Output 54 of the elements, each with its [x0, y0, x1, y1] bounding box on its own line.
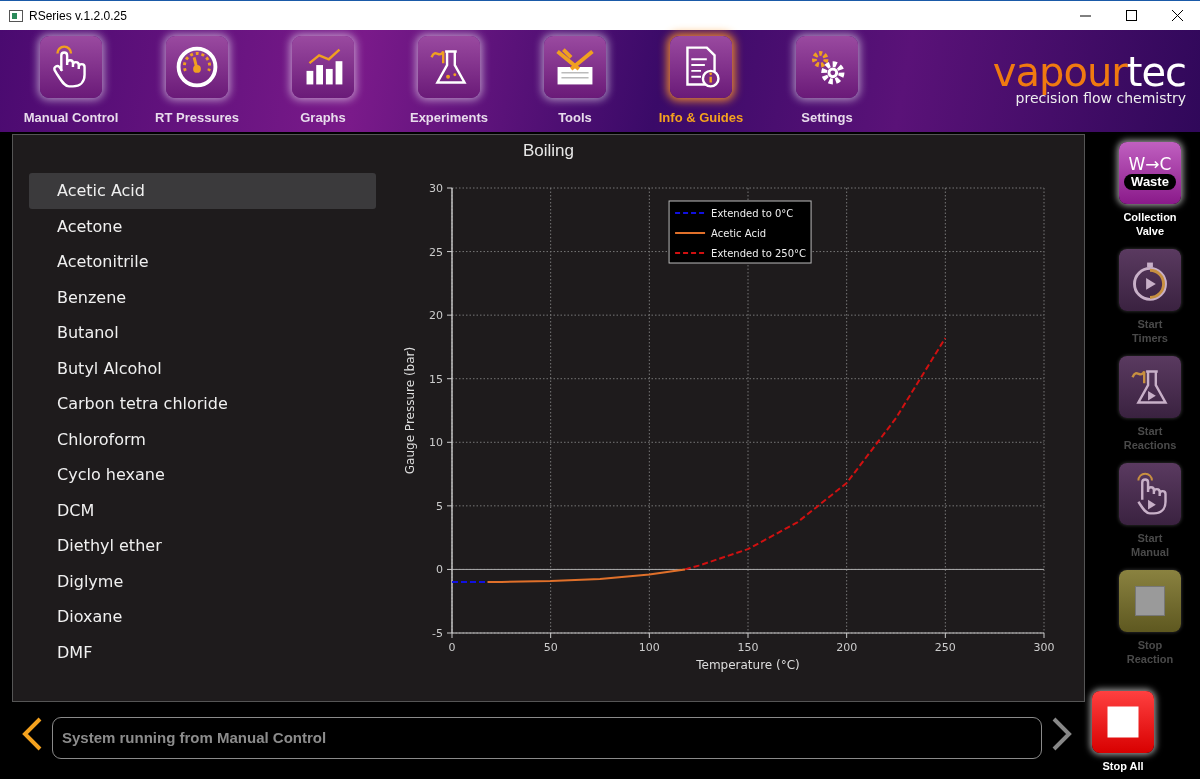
close-icon[interactable] — [1171, 10, 1183, 21]
nav-tab[interactable]: Experiments — [386, 30, 512, 125]
solvent-list-item[interactable]: DMF — [29, 634, 376, 670]
x-tick-label: 150 — [737, 641, 759, 654]
status-message: System running from Manual Control — [52, 716, 1042, 759]
y-tick-label: 30 — [429, 182, 443, 195]
solvent-list-item[interactable]: Carbon tetra chloride — [29, 386, 376, 422]
y-tick-label: 15 — [429, 372, 443, 386]
window-title: RSeries v.1.2.0.25 — [29, 8, 128, 23]
y-tick-label: -5 — [432, 627, 443, 640]
legend-label: Extended to 0°C — [711, 208, 794, 219]
panel-title: Boiling — [521, 140, 575, 162]
x-tick-label: 50 — [543, 641, 558, 654]
nav-tab[interactable]: Graphs — [260, 30, 386, 125]
maximize-icon[interactable] — [1125, 10, 1137, 21]
bar-chart-icon — [292, 36, 354, 98]
solvent-list-item[interactable]: Dioxane — [29, 599, 376, 635]
nav-tab[interactable]: Settings — [764, 30, 890, 125]
x-tick-label: 0 — [448, 641, 456, 654]
solvent-list-item[interactable]: Butyl Alcohol — [29, 350, 376, 386]
app-icon — [9, 9, 23, 22]
x-axis-title: Temperature (°C) — [696, 658, 800, 672]
toolbox-icon — [544, 36, 606, 98]
x-tick-label: 200 — [836, 641, 858, 654]
pointing-hand-icon — [40, 36, 102, 98]
nav-tab[interactable]: RT Pressures — [134, 30, 260, 125]
document-info-icon — [670, 36, 732, 98]
y-axis-title: Gauge Pressure (bar) — [403, 346, 417, 475]
nav-tab[interactable]: Info & Guides — [638, 30, 764, 125]
settings-icon — [796, 36, 858, 98]
solvent-list-item[interactable]: Chloroform — [29, 421, 376, 457]
nav-tab[interactable]: Manual Control — [8, 30, 134, 125]
y-tick-label: 0 — [436, 563, 443, 577]
y-tick-label: 20 — [429, 309, 443, 323]
solvent-list-item[interactable]: Butanol — [29, 315, 376, 351]
solvent-list-item[interactable]: Acetone — [29, 208, 376, 244]
x-tick-label: 250 — [934, 641, 956, 654]
nav-tab[interactable]: Tools — [512, 30, 638, 125]
flask-icon — [418, 36, 480, 98]
legend-label: Acetic Acid — [711, 228, 767, 239]
solvent-list-item[interactable]: DCM — [29, 492, 376, 528]
x-tick-label: 100 — [638, 641, 660, 654]
gauge-icon — [166, 36, 228, 98]
y-tick-label: 25 — [429, 245, 443, 259]
solvent-list-item[interactable]: Acetonitrile — [29, 244, 376, 280]
x-tick-label: 300 — [1033, 641, 1055, 654]
legend-label: Extended to 250°C — [711, 248, 807, 259]
solvent-list-item[interactable]: Acetic Acid — [29, 173, 376, 209]
solvent-list-item[interactable]: Cyclo hexane — [29, 457, 376, 493]
y-tick-label: 5 — [436, 499, 443, 513]
solvent-list-item[interactable]: Diethyl ether — [29, 528, 376, 564]
solvent-list-item[interactable]: Diglyme — [29, 563, 376, 599]
y-tick-label: 10 — [429, 436, 443, 450]
solvent-list-item[interactable]: Benzene — [29, 279, 376, 315]
